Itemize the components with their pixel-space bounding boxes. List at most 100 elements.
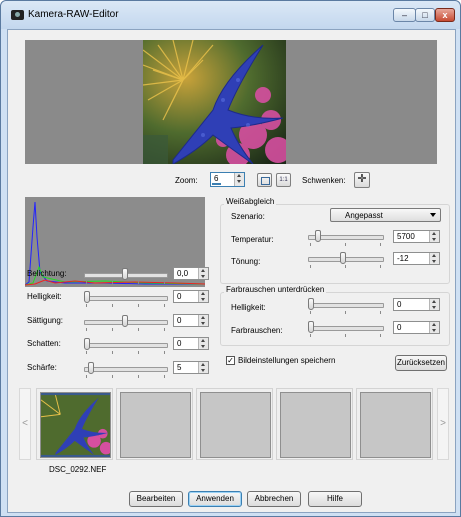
slider-tick [164,351,165,354]
adjustment-value: 5 [177,363,182,372]
adjustment-spinner-arrows[interactable] [198,338,208,349]
image-preview[interactable] [25,40,437,164]
zoom-value: 6 [214,174,219,183]
color-noise-spinner-arrows[interactable] [429,322,439,333]
slider-tick [380,311,381,314]
actual-size-icon[interactable]: 1:1 [276,173,291,187]
slider-tick [310,334,311,337]
noise-brightness-input[interactable]: 0 [393,298,440,311]
reset-button[interactable]: Zurücksetzen [395,355,447,371]
adjustment-label: Schatten: [27,339,61,348]
scenario-dropdown[interactable]: Angepasst [330,208,441,222]
filmstrip-item-selected[interactable] [36,388,113,460]
slider-tick [380,243,381,246]
temperature-spinner-arrows[interactable] [429,231,439,242]
slider-tick [310,265,311,268]
filmstrip-item[interactable] [356,388,433,460]
slider-thumb[interactable] [308,298,314,310]
adjustment-label: Helligkeit: [27,292,62,301]
adjustment-spinner-arrows[interactable] [198,362,208,373]
slider-track[interactable] [84,343,168,348]
slider-thumb[interactable] [84,291,90,303]
help-button[interactable]: Hilfe [308,491,362,507]
thumbnail-placeholder [280,392,351,458]
filmstrip-prev-button[interactable]: < [19,388,31,460]
slider-tick [112,375,113,378]
slider-thumb[interactable] [122,315,128,327]
slider-track[interactable] [308,257,384,262]
slider-tick [86,375,87,378]
scenario-label: Szenario: [231,212,265,221]
zoom-label: Zoom: [175,176,198,185]
color-noise-value: 0 [397,323,402,332]
slider-tick [164,328,165,331]
slider-track[interactable] [308,326,384,331]
adjustment-spinner-arrows[interactable] [198,291,208,302]
slider-thumb[interactable] [340,252,346,264]
filmstrip-next-button[interactable]: > [437,388,449,460]
title-bar[interactable]: Kamera-RAW-Editor – □ x [1,1,460,29]
filmstrip-item[interactable] [276,388,353,460]
slider-track[interactable] [308,303,384,308]
temperature-input[interactable]: 5700 [393,230,440,243]
slider-track[interactable] [84,296,168,301]
slider-tick [112,328,113,331]
window-title: Kamera-RAW-Editor [28,9,119,20]
noise-brightness-spinner-arrows[interactable] [429,299,439,310]
color-noise-input[interactable]: 0 [393,321,440,334]
slider-tick [112,281,113,284]
noise-brightness-value: 0 [397,300,402,309]
slider-tick [310,243,311,246]
slider-tick [380,334,381,337]
scenario-value: Angepasst [345,211,383,220]
adjustment-value: 0 [177,292,182,301]
slider-tick [164,281,165,284]
tint-value: -12 [397,254,409,263]
adjustment-label: Schärfe: [27,363,57,372]
adjustment-input[interactable]: 0 [173,337,209,350]
adjustment-input[interactable]: 0 [173,314,209,327]
tint-spinner-arrows[interactable] [429,253,439,264]
slider-tick [112,304,113,307]
adjustment-input[interactable]: 0,0 [173,267,209,280]
save-settings-checkbox[interactable]: ✓ [226,356,235,365]
zoom-underline [212,183,221,185]
slider-thumb[interactable] [84,338,90,350]
cancel-button[interactable]: Abbrechen [247,491,301,507]
thumbnail-placeholder [360,392,431,458]
temperature-label: Temperatur: [231,235,274,244]
edit-button[interactable]: Bearbeiten [129,491,183,507]
adjustment-spinner-arrows[interactable] [198,315,208,326]
color-noise-label: Farbrauschen: [231,326,283,335]
editor-body: Zoom: 6 1:1 Schwenken: ✛ Belichtung: 0,0 H… [7,29,456,513]
filmstrip-item[interactable] [116,388,193,460]
slider-track[interactable] [84,367,168,372]
move-icon[interactable]: ✛ [354,172,370,188]
slider-thumb[interactable] [122,268,128,280]
close-button[interactable]: x [435,8,455,22]
maximize-button[interactable]: □ [415,8,435,22]
slider-thumb[interactable] [88,362,94,374]
chevron-down-icon [430,213,436,217]
fit-window-icon[interactable] [257,173,272,187]
save-settings-label: Bildeinstellungen speichern [238,356,336,365]
adjustment-value: 0 [177,316,182,325]
slider-tick [345,243,346,246]
slider-thumb[interactable] [308,321,314,333]
preview-photo [143,40,286,164]
filmstrip-item-label: DSC_0292.NEF [49,465,107,474]
filmstrip-item[interactable] [196,388,273,460]
slider-tick [86,281,87,284]
thumbnail-placeholder [200,392,271,458]
slider-tick [345,334,346,337]
apply-button[interactable]: Anwenden [188,491,242,507]
slider-tick [86,328,87,331]
adjustment-input[interactable]: 5 [173,361,209,374]
tint-input[interactable]: -12 [393,252,440,265]
zoom-spinner-arrows[interactable] [234,173,244,186]
adjustment-value: 0,0 [177,269,189,278]
adjustment-input[interactable]: 0 [173,290,209,303]
minimize-button[interactable]: – [393,8,416,22]
slider-thumb[interactable] [315,230,321,242]
adjustment-spinner-arrows[interactable] [198,268,208,279]
